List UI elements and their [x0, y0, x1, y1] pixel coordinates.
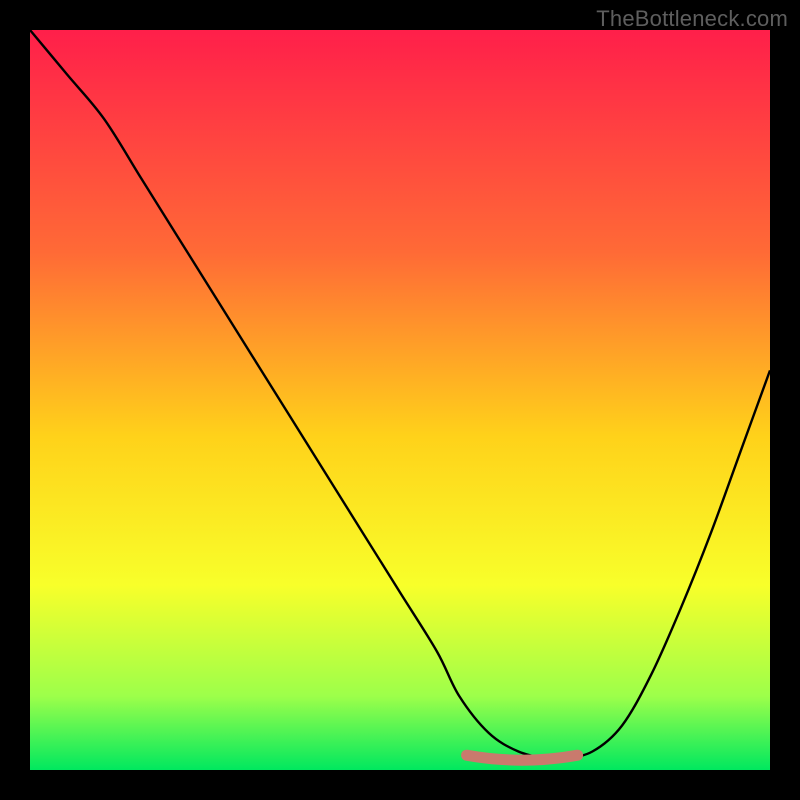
curve-line [30, 30, 770, 760]
chart-frame: TheBottleneck.com [0, 0, 800, 800]
watermark-text: TheBottleneck.com [596, 6, 788, 32]
plot-area [30, 30, 770, 770]
bottleneck-curve [30, 30, 770, 770]
optimal-marker [467, 755, 578, 760]
